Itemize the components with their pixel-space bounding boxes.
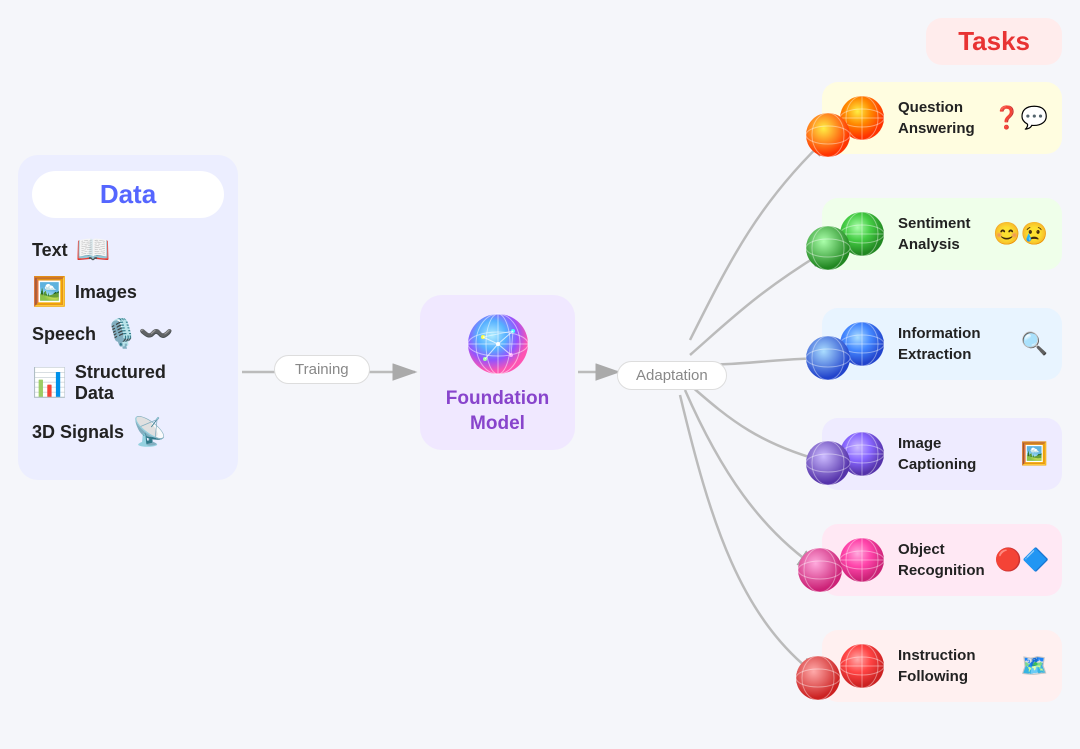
data-item-structured: 📊 StructuredData bbox=[32, 362, 224, 404]
data-title: Data bbox=[100, 179, 156, 209]
ic-globe-icon bbox=[836, 428, 888, 480]
ie-label: InformationExtraction bbox=[898, 325, 981, 363]
images-icon: 🖼️ bbox=[32, 278, 67, 306]
tasks-header: Tasks bbox=[926, 18, 1062, 65]
sentiment-label: SentimentAnalysis bbox=[898, 215, 971, 253]
if-label: InstructionFollowing bbox=[898, 647, 976, 685]
data-item-images: 🖼️ Images bbox=[32, 278, 224, 306]
task-card-ic: ImageCaptioning 🖼️ bbox=[822, 418, 1062, 490]
ie-globe-icon bbox=[836, 318, 888, 370]
sentiment-globe-icon bbox=[836, 208, 888, 260]
sentiment-icon: 😊😢 bbox=[993, 221, 1048, 247]
tasks-title: Tasks bbox=[958, 26, 1030, 56]
3d-icon: 📡 bbox=[132, 418, 167, 446]
adaptation-label: Adaptation bbox=[617, 361, 727, 390]
structured-label: StructuredData bbox=[75, 362, 166, 404]
foundation-model-box: FoundationModel bbox=[420, 295, 575, 450]
qa-icon: ❓💬 bbox=[993, 105, 1048, 131]
task-card-or: ObjectRecognition 🔴🔷 bbox=[822, 524, 1062, 596]
data-panel: Data Text 📖 🖼️ Images Speech 🎙️〰️ 📊 Stru… bbox=[18, 155, 238, 480]
task-card-sentiment: SentimentAnalysis 😊😢 bbox=[822, 198, 1062, 270]
task-card-ie: InformationExtraction 🔍 bbox=[822, 308, 1062, 380]
text-label: Text bbox=[32, 240, 68, 261]
text-icon: 📖 bbox=[76, 236, 111, 264]
training-label: Training bbox=[274, 355, 370, 384]
foundation-globe-icon bbox=[463, 309, 533, 379]
data-item-3d: 3D Signals 📡 bbox=[32, 418, 224, 446]
or-label: ObjectRecognition bbox=[898, 541, 985, 579]
3d-label: 3D Signals bbox=[32, 422, 124, 443]
qa-globe-icon bbox=[836, 92, 888, 144]
or-globe-icon bbox=[836, 534, 888, 586]
if-icon: 🗺️ bbox=[1021, 653, 1048, 679]
or-icon: 🔴🔷 bbox=[995, 547, 1050, 573]
task-card-qa: QuestionAnswering ❓💬 bbox=[822, 82, 1062, 154]
data-item-speech: Speech 🎙️〰️ bbox=[32, 320, 224, 348]
task-card-if: InstructionFollowing 🗺️ bbox=[822, 630, 1062, 702]
structured-icon: 📊 bbox=[32, 369, 67, 397]
speech-icon: 🎙️〰️ bbox=[104, 320, 174, 348]
images-label: Images bbox=[75, 282, 137, 303]
foundation-label: FoundationModel bbox=[446, 387, 549, 436]
data-item-text: Text 📖 bbox=[32, 236, 224, 264]
qa-label: QuestionAnswering bbox=[898, 99, 975, 137]
ic-icon: 🖼️ bbox=[1021, 441, 1048, 467]
ie-icon: 🔍 bbox=[1021, 331, 1048, 357]
if-globe-icon bbox=[836, 640, 888, 692]
ic-label: ImageCaptioning bbox=[898, 435, 976, 473]
data-title-box: Data bbox=[32, 171, 224, 218]
speech-label: Speech bbox=[32, 324, 96, 345]
